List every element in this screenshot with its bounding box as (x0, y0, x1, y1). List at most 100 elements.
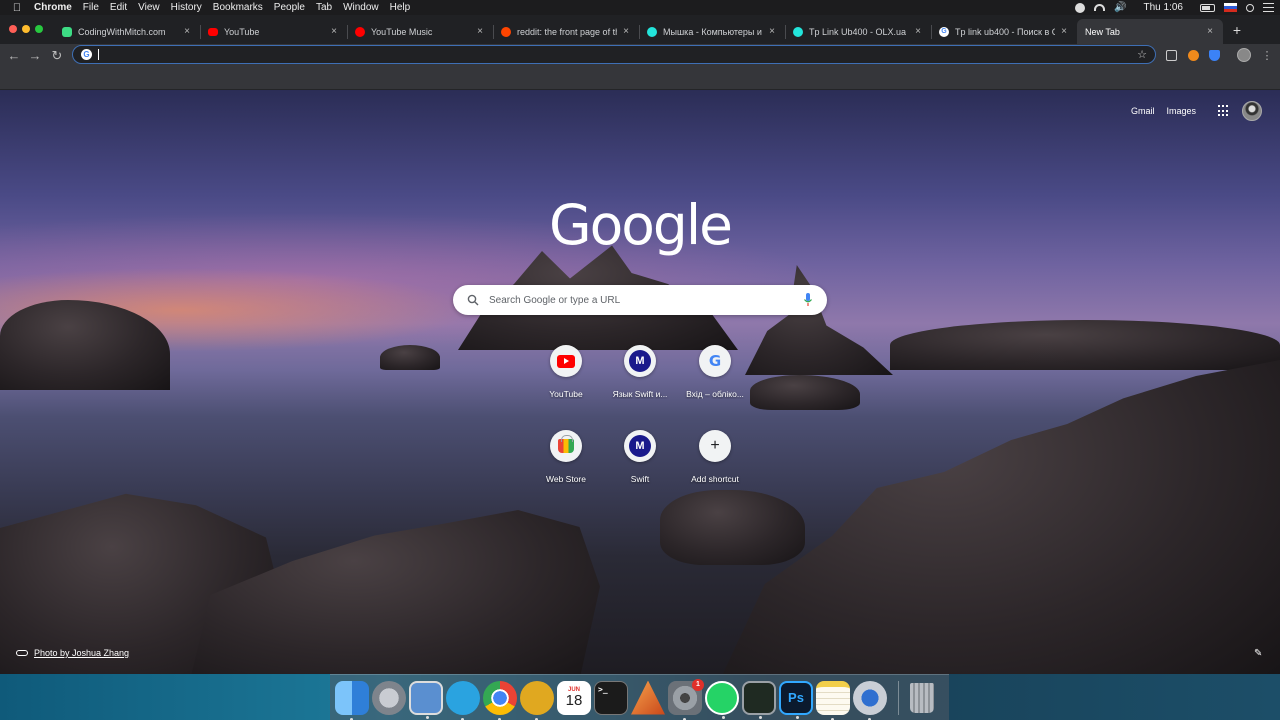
preview-icon[interactable] (409, 680, 443, 719)
menu-history[interactable]: History (171, 2, 202, 13)
omnibox-input[interactable] (99, 48, 1138, 61)
minimize-window-button[interactable] (22, 25, 30, 33)
zoom-window-button[interactable] (35, 25, 43, 33)
terminal-icon[interactable]: >_ (594, 680, 628, 715)
menu-chrome[interactable]: Chrome (34, 2, 72, 13)
photo-credit-link[interactable]: Photo by Joshua Zhang (16, 648, 129, 658)
menu-bookmarks[interactable]: Bookmarks (213, 2, 263, 13)
notification-center-icon[interactable] (1263, 3, 1274, 12)
close-tab-icon[interactable]: × (329, 26, 339, 37)
reload-button[interactable]: ↻ (49, 48, 65, 64)
telegram-icon[interactable] (446, 680, 480, 720)
chrome-menu-icon[interactable]: ⋮ (1259, 48, 1275, 64)
menu-people[interactable]: People (274, 2, 305, 13)
background-photo (380, 345, 440, 370)
address-bar[interactable]: G ☆ (72, 45, 1156, 64)
close-tab-icon[interactable]: × (1205, 26, 1215, 37)
extension-orange-icon[interactable] (1188, 50, 1199, 61)
shortcut-swift[interactable]: M Swift (600, 430, 680, 484)
browser-toolbar: ← → ↻ G ☆ ⋮ (0, 44, 1280, 90)
new-tab-button[interactable]: + (1229, 21, 1245, 39)
search-box[interactable]: Search Google or type a URL (453, 285, 827, 315)
dock: JUN 18 >_ 1 Ps (330, 674, 949, 720)
tab-new-tab[interactable]: New Tab × (1077, 19, 1223, 44)
apple-menu-icon[interactable]:  (0, 2, 34, 14)
microphone-icon[interactable] (803, 293, 813, 307)
shortcut-swift-language[interactable]: M Язык Swift и... (600, 345, 680, 399)
sublime-icon[interactable] (631, 680, 665, 715)
web-store-icon (558, 435, 574, 453)
forward-button[interactable]: → (27, 48, 43, 64)
account-avatar[interactable] (1242, 101, 1262, 121)
cast-extension-icon[interactable] (1166, 50, 1177, 61)
sourcetree-icon[interactable] (520, 680, 554, 720)
menu-view[interactable]: View (138, 2, 160, 13)
back-button[interactable]: ← (6, 48, 22, 64)
volume-icon[interactable]: 🔊 (1114, 2, 1126, 13)
whatsapp-icon[interactable] (705, 680, 739, 719)
tab-title: Tp Link Ub400 - OLX.ua (809, 26, 907, 37)
trash-icon[interactable] (910, 682, 934, 713)
close-tab-icon[interactable]: × (913, 26, 923, 37)
menu-bar-clock[interactable]: Thu 1:06 (1144, 2, 1183, 13)
close-tab-icon[interactable]: × (475, 26, 485, 37)
shortcut-label: Add shortcut (691, 474, 739, 484)
bookmark-star-icon[interactable]: ☆ (1137, 48, 1147, 61)
youtube-icon (557, 354, 575, 368)
google-apps-icon[interactable] (1218, 105, 1230, 117)
background-photo (660, 490, 805, 565)
tab-tplink-olx[interactable]: Tp Link Ub400 - OLX.ua × (785, 19, 931, 44)
plus-icon: + (710, 437, 720, 454)
wifi-icon[interactable] (1094, 4, 1106, 11)
xcode-icon[interactable] (853, 680, 887, 720)
input-source-flag-icon[interactable] (1224, 3, 1237, 12)
tab-youtube[interactable]: YouTube × (200, 19, 347, 44)
terminal-prompt: >_ (598, 684, 608, 694)
close-tab-icon[interactable]: × (1059, 26, 1069, 37)
activity-monitor-icon[interactable] (742, 680, 776, 719)
calendar-icon[interactable]: JUN 18 (557, 680, 591, 715)
spotlight-icon[interactable] (1246, 3, 1254, 12)
images-link[interactable]: Images (1166, 106, 1196, 116)
youtube-icon (208, 27, 218, 36)
close-tab-icon[interactable]: × (621, 26, 631, 37)
photoshop-icon[interactable]: Ps (779, 680, 813, 719)
photo-credit-text: Photo by Joshua Zhang (34, 648, 130, 658)
tab-youtube-music[interactable]: YouTube Music × (347, 19, 493, 44)
system-preferences-icon[interactable]: 1 (668, 678, 704, 720)
menu-tab[interactable]: Tab (316, 2, 332, 13)
shortcut-label: Web Store (545, 474, 586, 484)
shortcut-web-store[interactable]: Web Store (526, 430, 606, 484)
menu-window[interactable]: Window (343, 2, 379, 13)
menu-file[interactable]: File (83, 2, 99, 13)
launchpad-icon[interactable] (372, 680, 406, 715)
profile-icon[interactable] (1237, 48, 1251, 62)
customize-pencil-icon[interactable]: ✎ (1254, 648, 1264, 659)
close-window-button[interactable] (9, 25, 17, 33)
menu-edit[interactable]: Edit (110, 2, 127, 13)
running-indicator (426, 715, 429, 719)
gmail-link[interactable]: Gmail (1131, 106, 1155, 116)
add-shortcut-button[interactable]: + Add shortcut (675, 430, 755, 484)
tab-codingwithmitch[interactable]: CodingWithMitch.com × (54, 19, 200, 44)
battery-icon[interactable] (1200, 3, 1215, 12)
tab-title: reddit: the front page of the (517, 26, 617, 37)
notes-icon[interactable] (816, 680, 850, 720)
tab-reddit[interactable]: reddit: the front page of the × (493, 19, 639, 44)
shortcut-label: YouTube (549, 389, 583, 399)
google-icon: G (939, 26, 949, 37)
close-tab-icon[interactable]: × (767, 26, 777, 37)
tab-google-search[interactable]: G Tp link ub400 - Поиск в Go × (931, 19, 1077, 44)
vpn-status-icon[interactable] (1075, 2, 1086, 13)
shortcut-label: Вхід – обліко... (686, 389, 744, 399)
close-tab-icon[interactable]: × (182, 26, 192, 37)
tab-mouse-olx[interactable]: Мышка - Компьютеры и ко × (639, 19, 785, 44)
shortcut-youtube[interactable]: YouTube (526, 345, 606, 399)
shield-extension-icon[interactable] (1209, 50, 1220, 61)
dock-separator (898, 680, 899, 715)
google-g-icon: G (708, 352, 722, 370)
shortcut-google-account[interactable]: G Вхід – обліко... (675, 345, 755, 399)
chrome-icon[interactable] (483, 680, 517, 720)
finder-icon[interactable] (335, 680, 369, 720)
menu-help[interactable]: Help (390, 2, 411, 13)
